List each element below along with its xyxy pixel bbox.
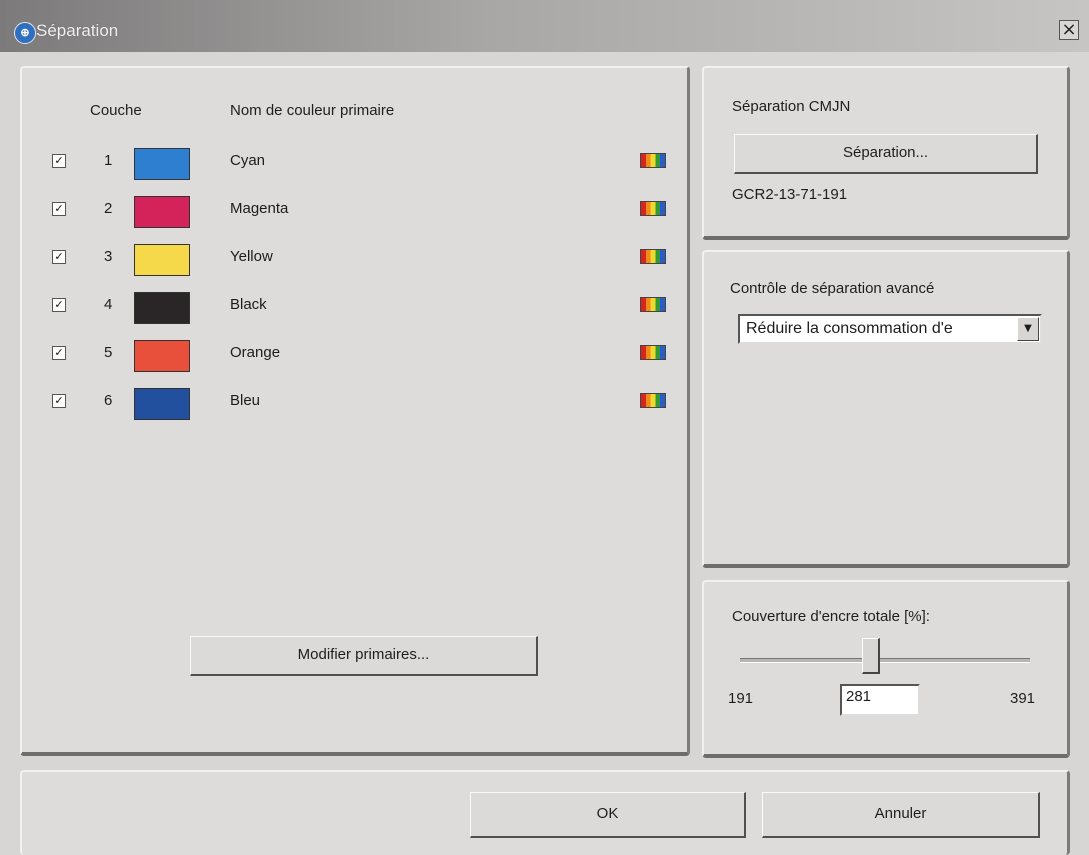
color-picker-icon[interactable] bbox=[640, 393, 666, 408]
layer-number: 3 bbox=[104, 248, 113, 265]
layer-checkbox[interactable]: ✓ bbox=[52, 202, 66, 216]
layer-number: 2 bbox=[104, 200, 113, 217]
window-title: Séparation bbox=[36, 21, 119, 40]
dialog-buttons-panel: OK Annuler bbox=[20, 770, 1070, 855]
color-swatch[interactable] bbox=[134, 388, 190, 420]
advanced-separation-panel: Contrôle de séparation avancé Réduire la… bbox=[702, 250, 1070, 568]
color-name: Cyan bbox=[230, 152, 266, 169]
advanced-title: Contrôle de séparation avancé bbox=[730, 280, 935, 297]
slider-min-label: 191 bbox=[728, 690, 754, 707]
color-picker-icon[interactable] bbox=[640, 153, 666, 168]
app-globe-icon: ⊕ bbox=[14, 22, 36, 44]
layer-row: ✓ 6 Bleu bbox=[22, 388, 682, 420]
cmjn-title: Séparation CMJN bbox=[732, 98, 851, 115]
color-picker-icon[interactable] bbox=[640, 249, 666, 264]
layer-row: ✓ 3 Yellow bbox=[22, 244, 682, 276]
chevron-down-icon[interactable]: ▼ bbox=[1017, 317, 1039, 341]
layer-number: 6 bbox=[104, 392, 113, 409]
layer-number: 1 bbox=[104, 152, 113, 169]
ink-coverage-title: Couverture d'encre totale [%]: bbox=[732, 608, 930, 625]
separation-mode-select[interactable]: Réduire la consommation d'e ▼ bbox=[738, 314, 1042, 344]
layer-checkbox[interactable]: ✓ bbox=[52, 298, 66, 312]
separation-button[interactable]: Séparation... bbox=[734, 134, 1038, 174]
selected-option: Réduire la consommation d'e bbox=[746, 320, 953, 337]
layer-row: ✓ 1 Cyan bbox=[22, 148, 682, 180]
slider-thumb[interactable] bbox=[861, 638, 880, 674]
close-button[interactable]: × bbox=[1059, 20, 1079, 40]
color-swatch[interactable] bbox=[134, 292, 190, 324]
layer-checkbox[interactable]: ✓ bbox=[52, 394, 66, 408]
layer-number: 5 bbox=[104, 344, 113, 361]
layer-row: ✓ 4 Black bbox=[22, 292, 682, 324]
color-swatch[interactable] bbox=[134, 196, 190, 228]
modify-primaries-button[interactable]: Modifier primaires... bbox=[190, 636, 538, 676]
layer-number: 4 bbox=[104, 296, 113, 313]
color-name: Bleu bbox=[230, 392, 261, 409]
primary-colors-panel: Couche Nom de couleur primaire ✓ 1 Cyan … bbox=[20, 66, 690, 756]
layer-row: ✓ 5 Orange bbox=[22, 340, 682, 372]
ink-coverage-input[interactable]: 281 bbox=[840, 684, 920, 716]
color-swatch[interactable] bbox=[134, 340, 190, 372]
layer-column-header: Couche bbox=[90, 102, 142, 119]
color-name: Black bbox=[230, 296, 267, 313]
cancel-button[interactable]: Annuler bbox=[762, 792, 1040, 838]
color-swatch[interactable] bbox=[134, 148, 190, 180]
total-ink-coverage-panel: Couverture d'encre totale [%]: 191 281 3… bbox=[702, 580, 1070, 758]
color-name: Orange bbox=[230, 344, 281, 361]
color-name: Yellow bbox=[230, 248, 273, 265]
cmjn-separation-panel: Séparation CMJN Séparation... GCR2-13-71… bbox=[702, 66, 1070, 240]
color-picker-icon[interactable] bbox=[640, 201, 666, 216]
color-picker-icon[interactable] bbox=[640, 297, 666, 312]
layer-checkbox[interactable]: ✓ bbox=[52, 346, 66, 360]
gcr-value: GCR2-13-71-191 bbox=[732, 186, 848, 203]
color-swatch[interactable] bbox=[134, 244, 190, 276]
color-name-column-header: Nom de couleur primaire bbox=[230, 102, 395, 119]
layer-checkbox[interactable]: ✓ bbox=[52, 250, 66, 264]
layer-checkbox[interactable]: ✓ bbox=[52, 154, 66, 168]
color-picker-icon[interactable] bbox=[640, 345, 666, 360]
ok-button[interactable]: OK bbox=[470, 792, 746, 838]
slider-max-label: 391 bbox=[1010, 690, 1036, 707]
color-name: Magenta bbox=[230, 200, 289, 217]
layer-row: ✓ 2 Magenta bbox=[22, 196, 682, 228]
slider-track[interactable] bbox=[740, 658, 1030, 663]
title-bar: ⊕ Séparation × bbox=[0, 0, 1089, 52]
